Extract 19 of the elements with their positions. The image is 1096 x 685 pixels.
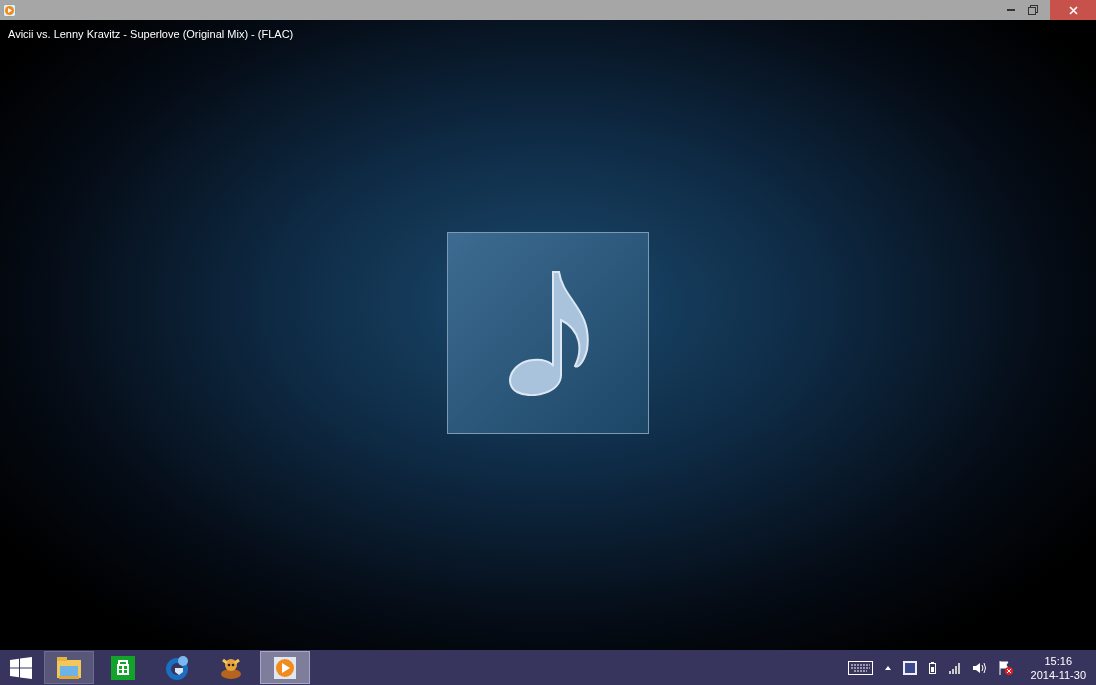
tray-app-icon[interactable] [902,660,917,675]
keyboard-icon[interactable] [847,660,873,675]
clock[interactable]: 15:16 2014-11-30 [1030,653,1086,682]
battery-icon[interactable] [928,661,936,674]
close-button[interactable] [1050,0,1096,20]
clock-time: 15:16 [1044,653,1073,668]
globe-icon [163,653,191,682]
play-icon [3,3,16,17]
restore-icon [1028,5,1038,15]
caret-up-icon[interactable] [884,665,891,670]
clock-date: 2014-11-30 [1030,667,1086,682]
track-title: Avicii vs. Lenny Kravitz - Superlove (Original Mix) - (FLAC) [8,27,294,42]
close-icon [1068,5,1078,15]
shopping-bag-icon [109,653,137,682]
windows-logo-icon [10,656,32,679]
volume-icon[interactable] [972,661,987,674]
flag-error-icon[interactable] [998,660,1013,675]
signal-icon[interactable] [947,661,961,674]
minimize-icon [1007,9,1015,11]
